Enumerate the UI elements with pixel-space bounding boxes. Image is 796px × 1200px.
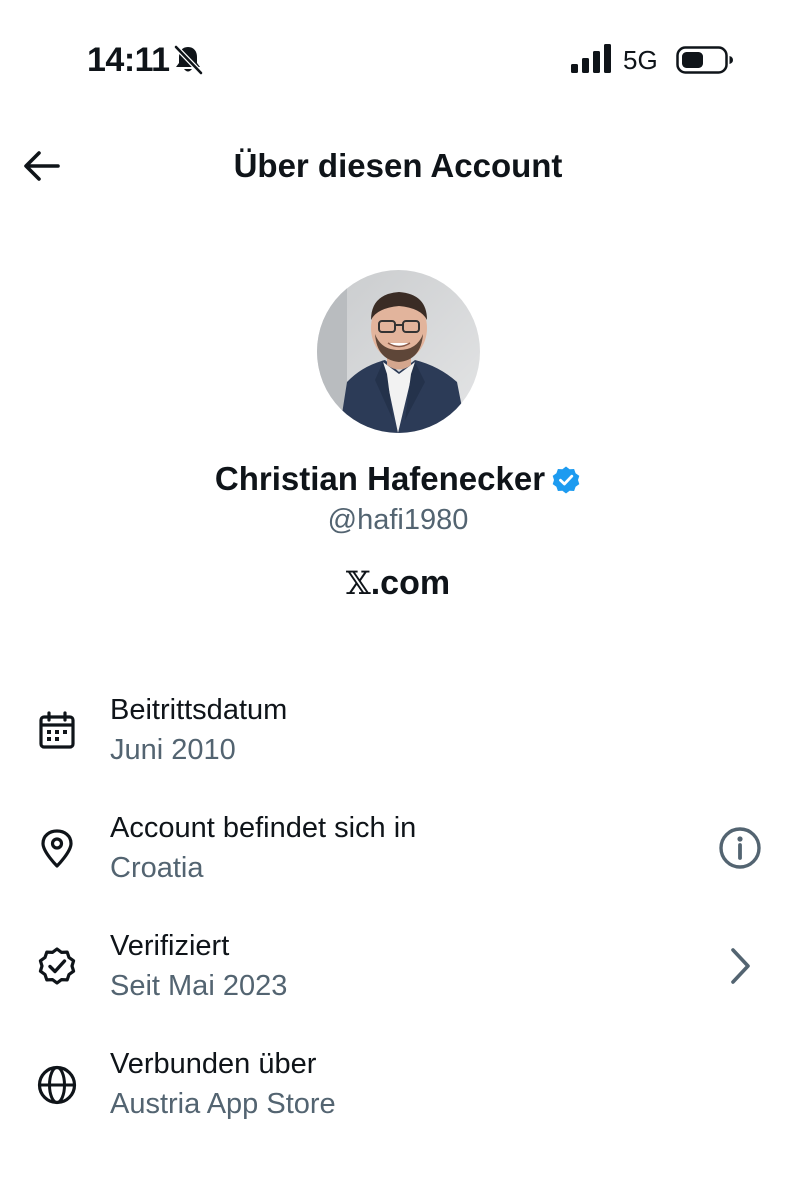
verified-value: Seit Mai 2023: [110, 970, 288, 1002]
location-pin-icon: [41, 829, 73, 868]
site-suffix: .com: [370, 564, 451, 602]
info-row-verified[interactable]: Verifiziert Seit Mai 2023: [0, 926, 796, 1026]
status-time: 14:11: [87, 41, 170, 79]
verified-label: Verifiziert: [110, 930, 230, 962]
info-row-account-location: Account befindet sich in Croatia: [0, 808, 796, 908]
calendar-icon: [39, 711, 75, 749]
info-row-join-date: Beitrittsdatum Juni 2010: [0, 690, 796, 790]
network-type-label: 5G: [623, 45, 658, 75]
x-logo-glyph: 𝕏: [345, 564, 371, 602]
account-location-label: Account befindet sich in: [110, 812, 417, 844]
info-icon[interactable]: [716, 824, 764, 872]
avatar-photo: [317, 270, 480, 433]
username-handle: @hafi1980: [327, 504, 469, 536]
x-com-label: 𝕏.com: [0, 560, 796, 606]
verified-badge-icon: [552, 466, 580, 494]
cellular-signal-icon: [571, 44, 611, 73]
battery-icon: [676, 46, 733, 74]
globe-icon: [37, 1065, 77, 1105]
verified-check-icon: [38, 947, 76, 985]
avatar[interactable]: [317, 270, 480, 433]
connected-via-label: Verbunden über: [110, 1048, 317, 1080]
info-row-connected-via: Verbunden über Austria App Store: [0, 1044, 796, 1144]
profile-name-row: Christian Hafenecker: [0, 456, 796, 502]
display-name: Christian Hafenecker: [214, 460, 546, 497]
join-date-value: Juni 2010: [110, 734, 236, 766]
join-date-label: Beitrittsdatum: [110, 694, 288, 726]
connected-via-value: Austria App Store: [110, 1088, 336, 1120]
page-title: Über diesen Account: [233, 147, 563, 184]
silent-mode-bell-icon: [174, 45, 203, 75]
account-location-value: Croatia: [110, 852, 204, 884]
status-bar: 14:11 5G: [0, 0, 796, 120]
chevron-right-icon[interactable]: [716, 942, 764, 990]
